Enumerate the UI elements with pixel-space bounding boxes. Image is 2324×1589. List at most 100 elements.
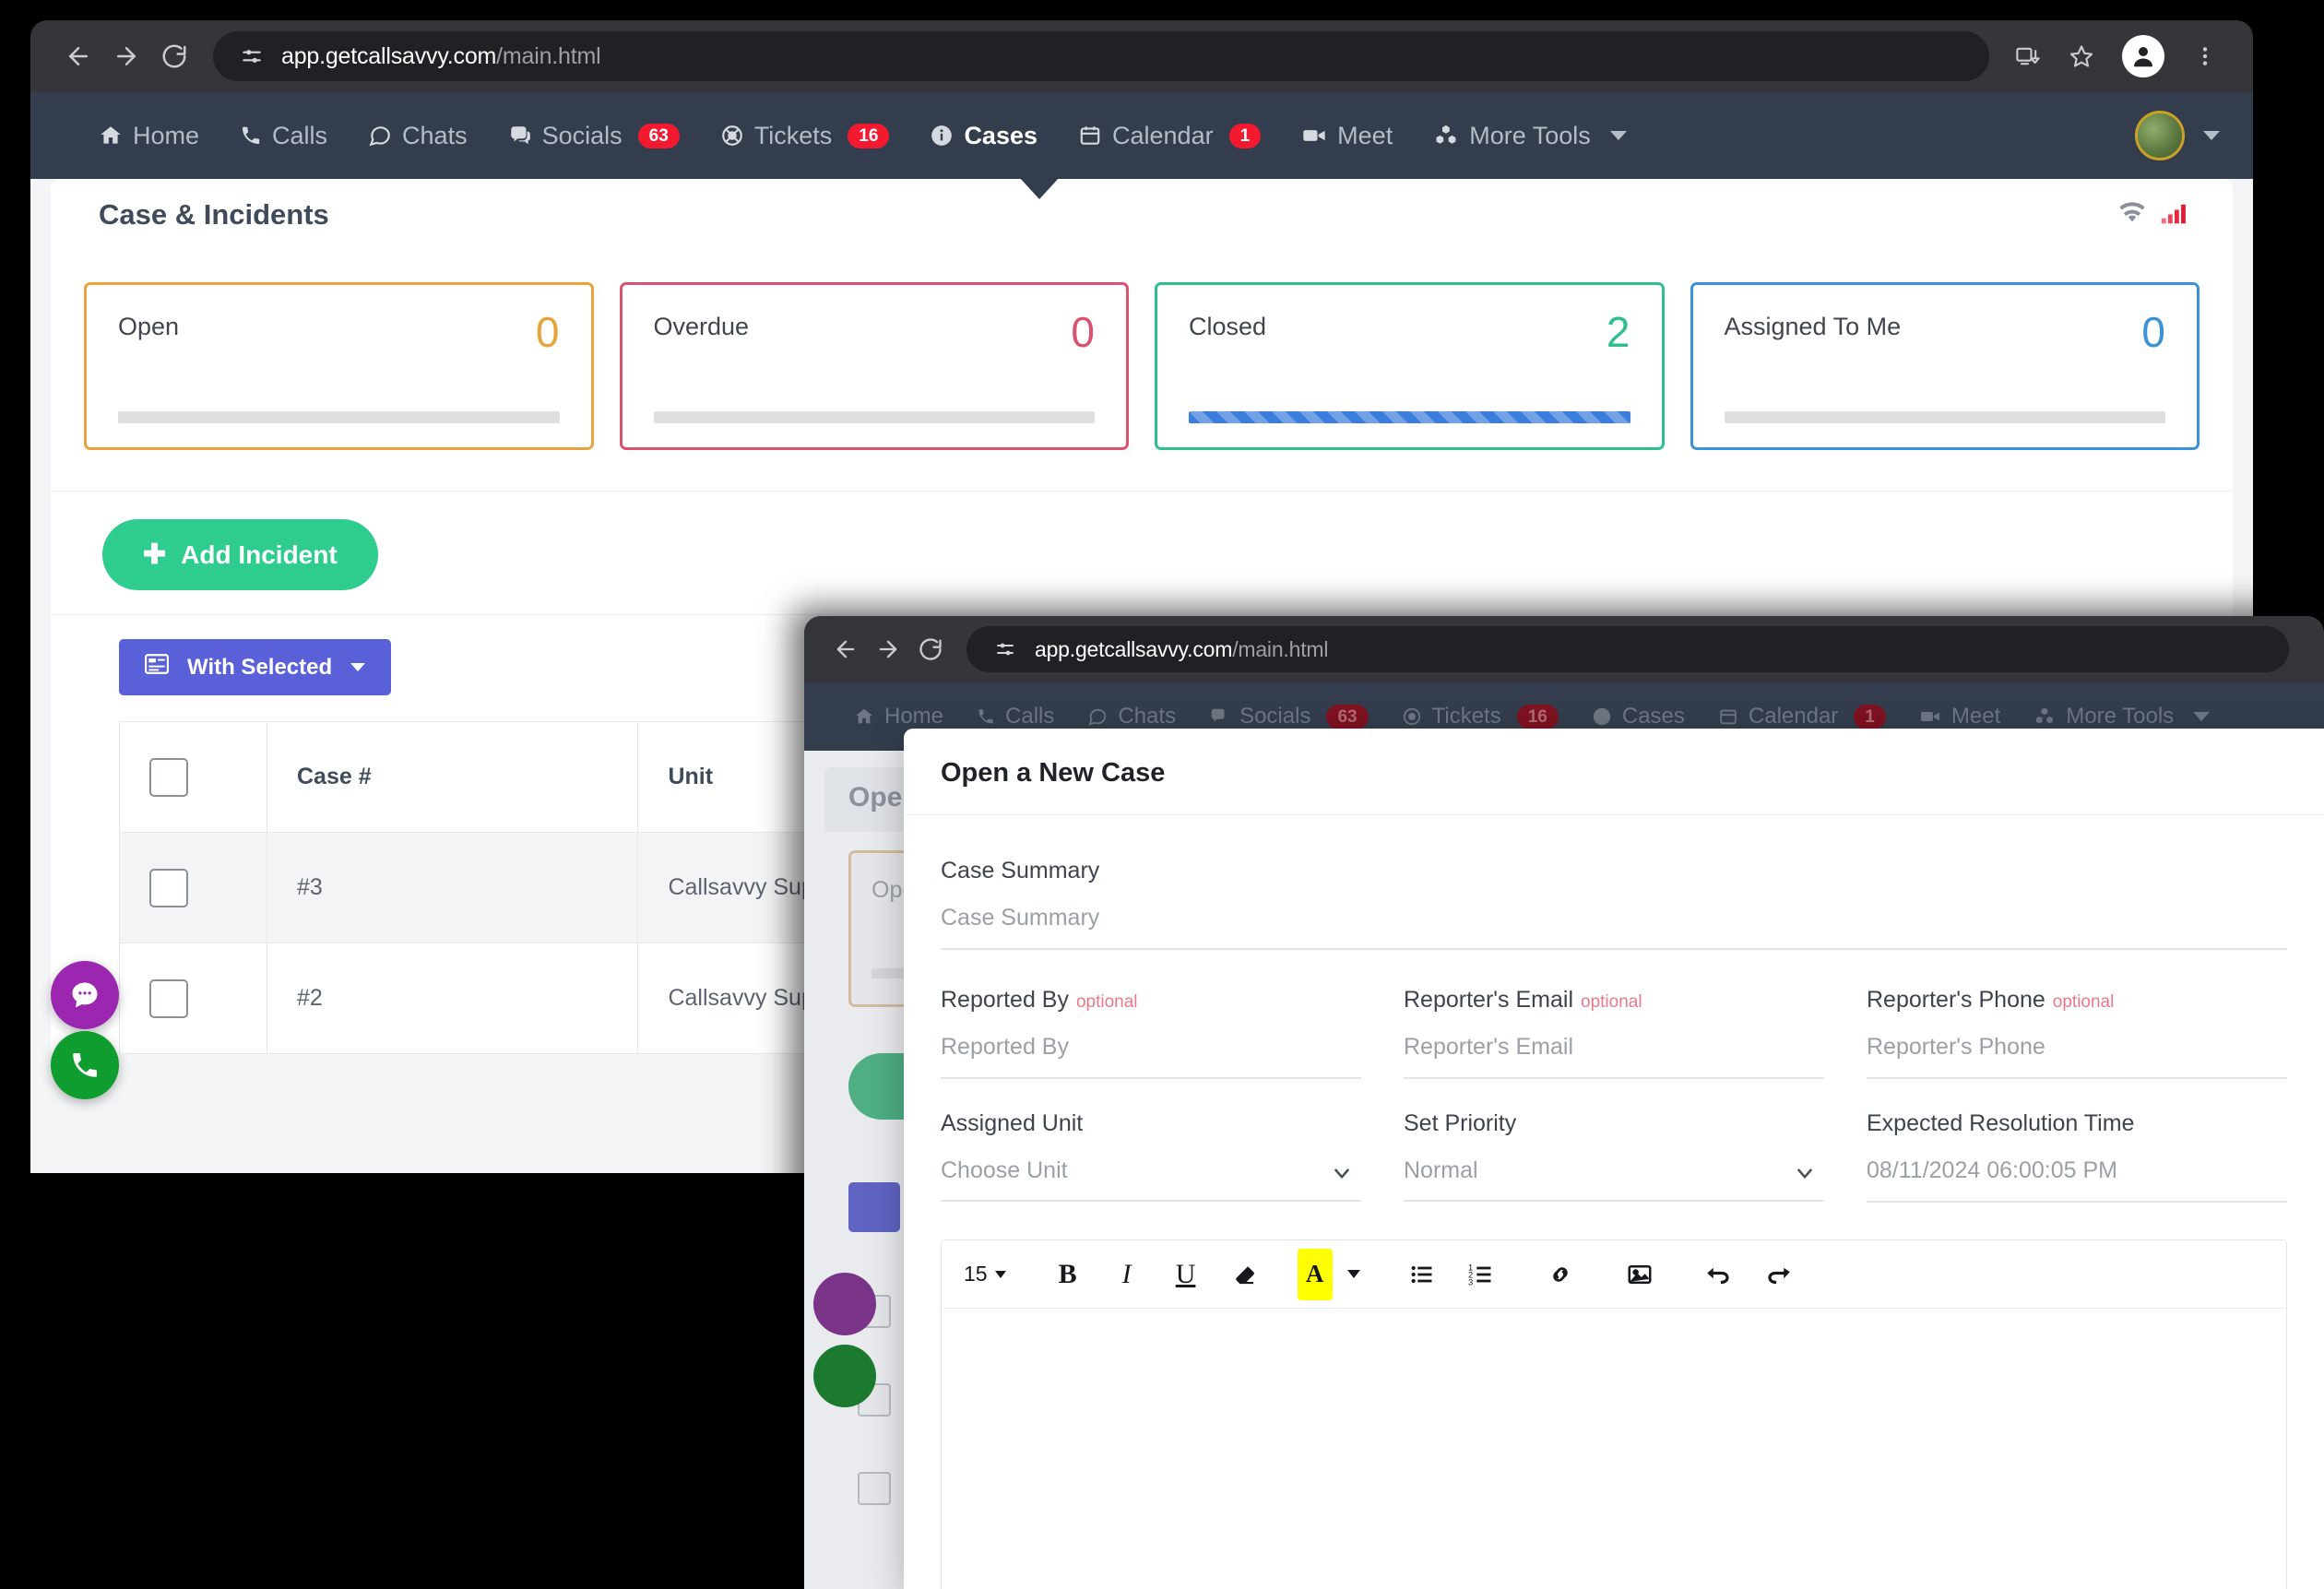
front-site-settings-icon[interactable]	[985, 629, 1026, 670]
browser-profile-avatar[interactable]	[2122, 35, 2164, 77]
reporter-email-input[interactable]	[1404, 1034, 1824, 1079]
assigned-unit-select[interactable]: Choose Unit	[941, 1157, 1361, 1202]
front-nav-item-socials[interactable]: Socials 63	[1192, 704, 1385, 729]
forward-arrow-icon[interactable]	[102, 32, 150, 80]
stat-card-closed[interactable]: Closed 2	[1155, 282, 1665, 450]
front-nav-item-meet[interactable]: Meet	[1903, 704, 2017, 729]
editor-content-area[interactable]	[942, 1309, 2286, 1589]
calendar-icon	[1078, 124, 1102, 148]
reload-icon[interactable]	[150, 32, 198, 80]
add-incident-button[interactable]: ✚ Add Incident	[102, 519, 378, 590]
set-priority-select[interactable]: Normal	[1404, 1157, 1824, 1202]
reporter-email-label-text: Reporter's Email	[1404, 987, 1573, 1013]
front-nav-badge-calendar: 1	[1854, 704, 1886, 729]
chevron-down-icon	[2193, 712, 2211, 721]
row-checkbox[interactable]	[149, 868, 188, 907]
nav-item-chats[interactable]: Chats	[348, 122, 488, 150]
row-checkbox[interactable]	[149, 978, 188, 1018]
assigned-unit-label: Assigned Unit	[941, 1110, 1084, 1136]
text-color-icon[interactable]: A	[1297, 1248, 1333, 1300]
stat-card-open[interactable]: Open 0	[84, 282, 594, 450]
wifi-icon	[2116, 197, 2148, 233]
underline-icon[interactable]: U	[1159, 1249, 1213, 1300]
front-back-arrow-icon[interactable]	[824, 628, 867, 670]
font-size-dropdown[interactable]: 15	[954, 1249, 1015, 1300]
reported-by-field-group: Reported By optional	[941, 987, 1361, 1079]
ordered-list-icon[interactable]: 123	[1454, 1249, 1508, 1300]
front-nav-item-calendar[interactable]: Calendar 1	[1702, 704, 1903, 729]
front-nav-item-calls[interactable]: Calls	[960, 704, 1071, 729]
stat-value-open: 0	[535, 308, 560, 356]
stat-card-assigned-to-me[interactable]: Assigned To Me 0	[1690, 282, 2200, 450]
page-title: Case & Incidents	[99, 198, 329, 231]
front-address-bar[interactable]: app.getcallsavvy.com/main.html	[966, 626, 2289, 672]
nav-label-tickets: Tickets	[753, 121, 833, 149]
front-nav-item-home[interactable]: Home	[837, 704, 960, 729]
expected-resolution-input[interactable]	[1867, 1157, 2287, 1203]
dim-call-fab	[813, 1345, 876, 1407]
column-header-case-no[interactable]: Case #	[266, 721, 639, 833]
select-all-checkbox[interactable]	[149, 757, 188, 797]
nav-item-socials[interactable]: Socials 63	[488, 122, 700, 150]
unordered-list-icon[interactable]	[1395, 1249, 1449, 1300]
front-reload-icon[interactable]	[909, 628, 952, 670]
front-nav-item-chats[interactable]: Chats	[1071, 704, 1192, 729]
address-bar[interactable]: app.getcallsavvy.com/main.html	[213, 31, 1989, 81]
call-fab[interactable]	[51, 1031, 119, 1099]
nav-item-cases[interactable]: Cases	[909, 122, 1058, 150]
reporter-phone-input[interactable]	[1867, 1034, 2287, 1079]
editor-toolbar: 15 B I U A 123	[942, 1240, 2286, 1309]
home-icon	[854, 706, 874, 727]
cubes-icon	[1433, 123, 1459, 148]
plus-icon: ✚	[143, 540, 167, 570]
with-selected-button[interactable]: With Selected	[119, 639, 392, 695]
url-path: /main.html	[496, 42, 601, 69]
italic-icon[interactable]: I	[1100, 1249, 1154, 1300]
cell-case-no: #3	[266, 832, 639, 943]
nav-item-tickets[interactable]: Tickets 16	[700, 122, 910, 150]
front-nav-label-cases: Cases	[1621, 704, 1685, 729]
case-summary-input[interactable]	[941, 905, 2287, 950]
expected-resolution-field-group: Expected Resolution Time	[1867, 1110, 2287, 1203]
rich-text-editor: 15 B I U A 123	[941, 1239, 2287, 1589]
front-nav-label-home: Home	[884, 704, 944, 729]
row-select-cell	[119, 832, 267, 943]
front-forward-arrow-icon[interactable]	[867, 628, 909, 670]
actions-toolbar: ✚ Add Incident	[51, 491, 2233, 614]
bold-icon[interactable]: B	[1041, 1249, 1095, 1300]
install-app-icon[interactable]	[2004, 32, 2052, 80]
redo-icon[interactable]	[1751, 1249, 1805, 1300]
nav-item-home[interactable]: Home	[78, 122, 219, 150]
eraser-icon[interactable]	[1218, 1249, 1272, 1300]
user-avatar-menu[interactable]	[2135, 111, 2220, 160]
browser-chrome-toolbar: app.getcallsavvy.com/main.html	[30, 20, 2253, 92]
color-dropdown-icon[interactable]	[1338, 1249, 1370, 1300]
reporter-phone-label: Reporter's Phone optional	[1867, 987, 2287, 1014]
stat-progress-open	[118, 411, 560, 423]
nav-item-calendar[interactable]: Calendar 1	[1058, 122, 1281, 150]
reported-by-input[interactable]	[941, 1034, 1361, 1079]
front-nav-item-cases[interactable]: Cases	[1575, 704, 1702, 729]
site-settings-icon[interactable]	[231, 36, 272, 77]
bookmark-star-icon[interactable]	[2057, 32, 2105, 80]
nav-item-calls[interactable]: Calls	[219, 122, 348, 150]
chevron-down-icon	[350, 663, 366, 671]
modal-body: Case Summary Reported By optional Reporte…	[904, 815, 2324, 1589]
case-summary-field-group: Case Summary	[941, 858, 2287, 950]
reporter-email-optional-tag: optional	[1581, 992, 1642, 1012]
front-nav-item-tickets[interactable]: Tickets 16	[1385, 704, 1575, 729]
image-icon[interactable]	[1613, 1249, 1666, 1300]
back-arrow-icon[interactable]	[54, 32, 102, 80]
socials-icon	[508, 124, 532, 148]
info-icon	[930, 124, 954, 148]
link-icon[interactable]	[1534, 1249, 1587, 1300]
nav-item-meet[interactable]: Meet	[1281, 122, 1413, 150]
front-nav-item-more-tools[interactable]: More Tools	[2017, 704, 2226, 729]
front-address-bar-text: app.getcallsavvy.com/main.html	[1035, 637, 1328, 662]
browser-menu-icon[interactable]	[2181, 32, 2229, 80]
nav-item-more-tools[interactable]: More Tools	[1413, 122, 1647, 150]
stat-card-overdue[interactable]: Overdue 0	[619, 282, 1129, 450]
chat-fab[interactable]	[51, 961, 119, 1029]
assigned-unit-field-group: Assigned Unit Choose Unit	[941, 1110, 1361, 1203]
undo-icon[interactable]	[1692, 1249, 1746, 1300]
